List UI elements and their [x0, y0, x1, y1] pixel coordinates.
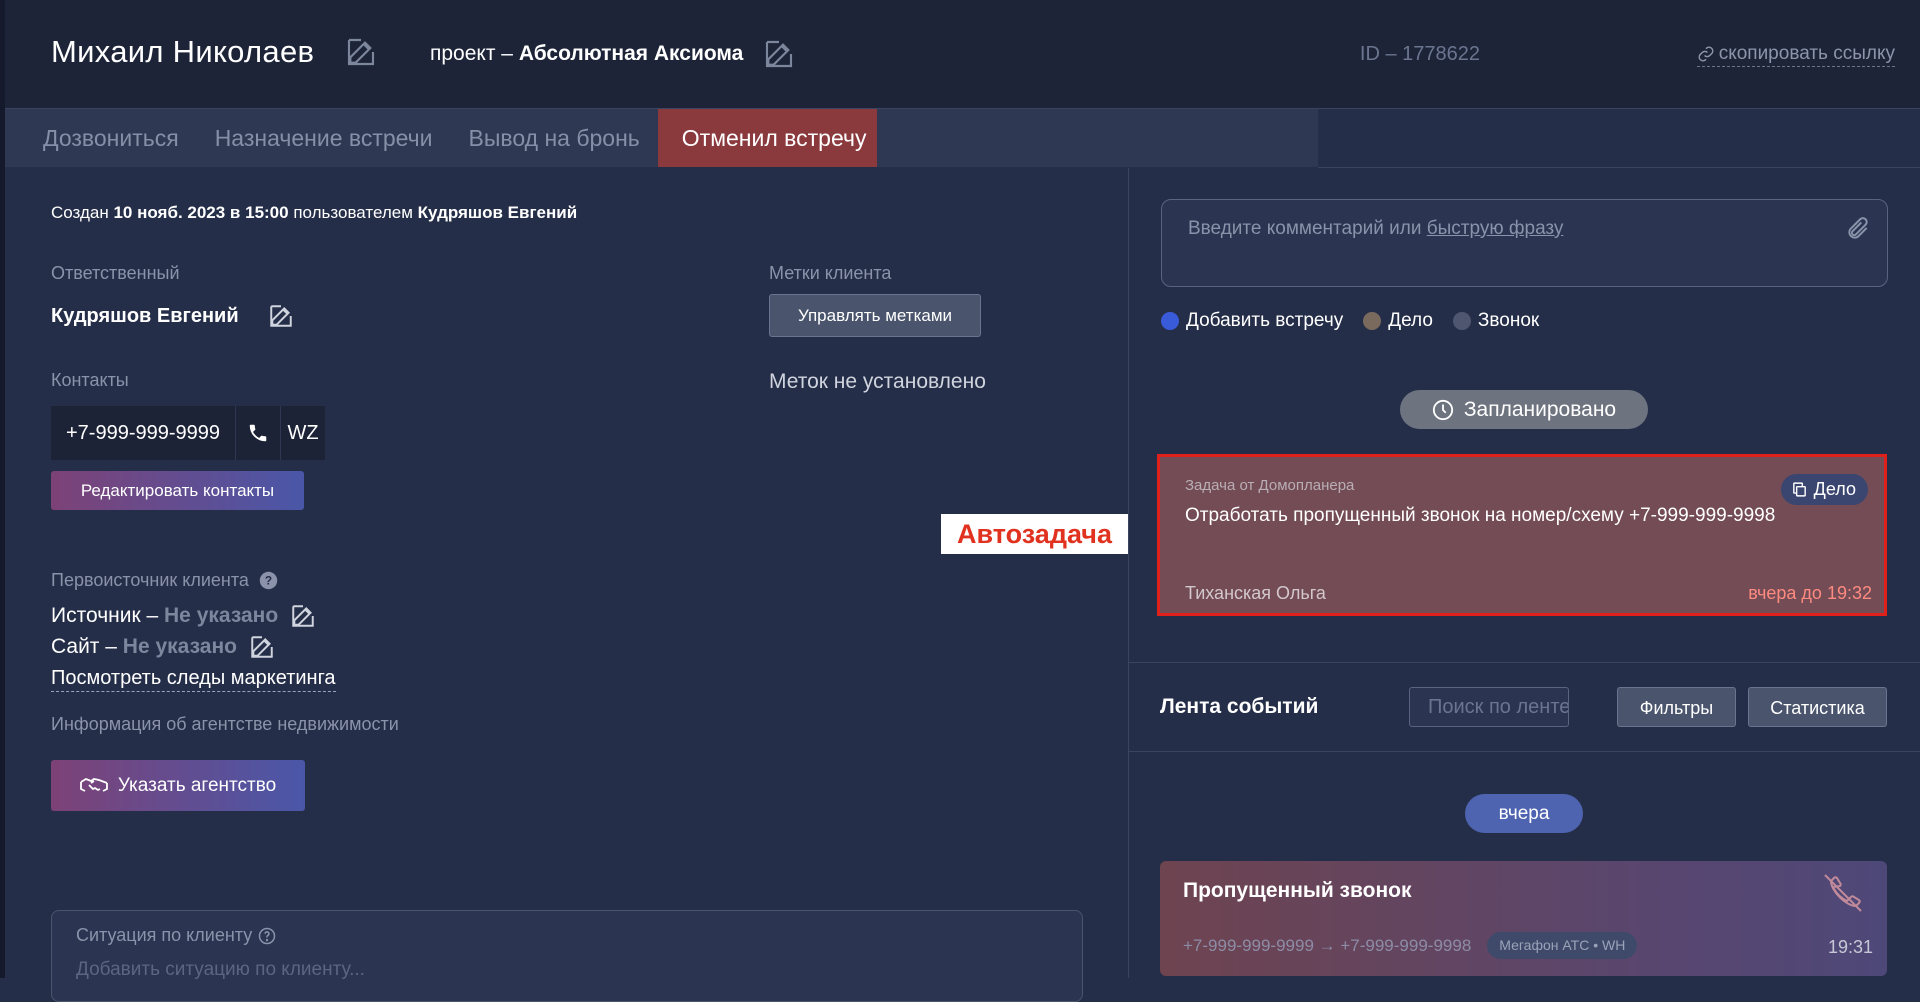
lead-id: ID – 1778622	[1359, 43, 1480, 65]
task-from: Задача от Домопланера	[1185, 477, 1355, 494]
edit-source-icon[interactable]	[290, 603, 316, 629]
manage-tags-button[interactable]: Управлять метками	[769, 294, 981, 337]
panel-divider	[1128, 168, 1129, 978]
stage-tab-call[interactable]: Дозвониться	[5, 109, 197, 167]
feed-divider-bottom	[1129, 751, 1920, 752]
source-label-row: Первоисточник клиента ?	[51, 570, 278, 591]
stage-tabs-filler	[1318, 109, 1920, 168]
edit-site-icon[interactable]	[249, 634, 275, 660]
stage-tab-cancelled[interactable]: Отменил встречу	[657, 109, 878, 167]
type-option-task-label: Дело	[1388, 310, 1433, 331]
missed-call-time: 19:31	[1827, 937, 1873, 957]
quick-phrase-link[interactable]: быструю фразу	[1427, 218, 1564, 239]
radio-call[interactable]	[1452, 312, 1471, 330]
situation-label-row: Ситуация по клиенту	[76, 925, 276, 946]
stage-tab-meeting[interactable]: Назначение встречи	[197, 109, 451, 167]
contacts-label: Контакты	[51, 370, 129, 390]
stage-tab-booking[interactable]: Вывод на бронь	[451, 109, 658, 167]
missed-call-numbers-row: +7-999-999-9999 → +7-999-999-9998 Мегафо…	[1183, 932, 1638, 959]
project-name: Абсолютная Аксиома	[518, 42, 744, 65]
source-prefix: Источник –	[51, 604, 159, 627]
type-option-meeting-label: Добавить встречу	[1186, 310, 1344, 331]
contact-phone[interactable]: +7-999-999-9999	[51, 406, 237, 460]
created-info: Создан 10 нояб. 2023 в 15:00 пользовател…	[51, 203, 577, 223]
contacts-box: +7-999-999-9999 WZ	[51, 406, 326, 460]
help-icon[interactable]: ?	[259, 571, 278, 590]
autotask-annotation: Автозадача	[941, 514, 1128, 554]
tags-label: Метки клиента	[769, 263, 892, 283]
filters-button[interactable]: Фильтры	[1617, 687, 1736, 727]
situation-help-icon[interactable]	[258, 927, 276, 945]
agency-label: Информация об агентстве недвижимости	[51, 714, 399, 734]
marketing-traces-link[interactable]: Посмотреть следы маркетинга	[51, 667, 336, 692]
stage-tabs: Дозвониться Назначение встречи Вывод на …	[5, 109, 1318, 167]
source-label: Первоисточник клиента	[51, 570, 249, 590]
copy-link-label: скопировать ссылку	[1718, 43, 1895, 64]
copy-icon	[1791, 481, 1808, 498]
lead-header: Михаил Николаев проект – Абсолютная Акси…	[5, 0, 1920, 109]
task-badge-label: Дело	[1813, 479, 1856, 499]
no-tags-text: Меток не установлено	[769, 370, 986, 393]
radio-task[interactable]	[1363, 312, 1382, 330]
clock-icon	[1432, 399, 1454, 421]
feed-divider-top	[1129, 662, 1920, 663]
task-type-badge[interactable]: Дело	[1780, 474, 1868, 505]
set-agency-label: Указать агентство	[117, 774, 277, 796]
edit-name-icon[interactable]	[345, 36, 377, 68]
created-date: 10 нояб. 2023 в 15:00	[113, 203, 289, 222]
comment-placeholder-prefix: Введите комментарий или	[1188, 218, 1422, 239]
comment-placeholder: Введите комментарий или быструю фразу	[1188, 218, 1563, 240]
radio-meeting[interactable]	[1161, 312, 1179, 330]
situation-field[interactable]: Ситуация по клиенту Добавить ситуацию по…	[51, 910, 1083, 1002]
project-line: проект – Абсолютная Аксиома	[430, 42, 743, 66]
comment-input[interactable]: Введите комментарий или быструю фразу	[1161, 199, 1888, 287]
planned-pill[interactable]: Запланировано	[1400, 390, 1648, 429]
paperclip-icon[interactable]	[1845, 216, 1871, 242]
event-type-options: Добавить встречу Дело Звонок	[1161, 310, 1539, 332]
task-card[interactable]: Задача от Домопланера Отработать пропуще…	[1157, 454, 1887, 616]
feed-title: Лента событий	[1160, 695, 1319, 718]
feed-search-input[interactable]: Поиск по ленте	[1409, 687, 1569, 727]
task-assignee: Тиханская Ольга	[1185, 583, 1326, 603]
type-option-meeting[interactable]: Добавить встречу	[1161, 310, 1343, 332]
type-option-task[interactable]: Дело	[1363, 310, 1433, 332]
responsible-name: Кудряшов Евгений	[51, 305, 239, 327]
type-option-call-label: Звонок	[1477, 310, 1540, 331]
missed-call-icon	[1821, 873, 1865, 913]
created-middle: пользователем	[293, 203, 413, 222]
source-row: Источник – Не указано	[51, 603, 316, 629]
task-due: вчера до 19:32	[1748, 583, 1872, 603]
copy-link[interactable]: скопировать ссылку	[1696, 43, 1895, 67]
created-user: Кудряшов Евгений	[417, 203, 578, 222]
edit-project-icon[interactable]	[763, 38, 795, 70]
task-text: Отработать пропущенный звонок на номер/с…	[1185, 505, 1776, 526]
wz-button[interactable]: WZ	[281, 406, 325, 460]
situation-label: Ситуация по клиенту	[76, 925, 253, 945]
call-button[interactable]	[236, 406, 282, 460]
handshake-icon	[79, 776, 108, 796]
missed-call-card[interactable]: Пропущенный звонок +7-999-999-9999 → +7-…	[1160, 861, 1887, 976]
client-name: Михаил Николаев	[51, 34, 315, 69]
set-agency-button[interactable]: Указать агентство	[51, 760, 305, 811]
site-value: Не указано	[122, 635, 237, 658]
type-option-call[interactable]: Звонок	[1452, 310, 1540, 332]
project-prefix: проект –	[430, 42, 513, 65]
source-value: Не указано	[164, 604, 279, 627]
svg-text:?: ?	[265, 573, 272, 587]
missed-call-title: Пропущенный звонок	[1183, 879, 1412, 902]
edit-contacts-button[interactable]: Редактировать контакты	[51, 471, 304, 510]
edit-responsible-icon[interactable]	[268, 303, 294, 329]
day-separator: вчера	[1465, 794, 1583, 833]
responsible-label: Ответственный	[51, 263, 180, 283]
planned-label: Запланировано	[1463, 397, 1617, 421]
created-prefix: Создан	[51, 203, 109, 222]
missed-call-numbers: +7-999-999-9999 → +7-999-999-9998	[1183, 935, 1472, 955]
site-row: Сайт – Не указано	[51, 634, 275, 660]
statistics-button[interactable]: Статистика	[1748, 687, 1887, 727]
site-prefix: Сайт –	[51, 635, 117, 658]
phone-icon	[247, 422, 269, 444]
provider-badge: Мегафон АТС • WH	[1487, 932, 1638, 959]
link-icon	[1697, 45, 1715, 63]
